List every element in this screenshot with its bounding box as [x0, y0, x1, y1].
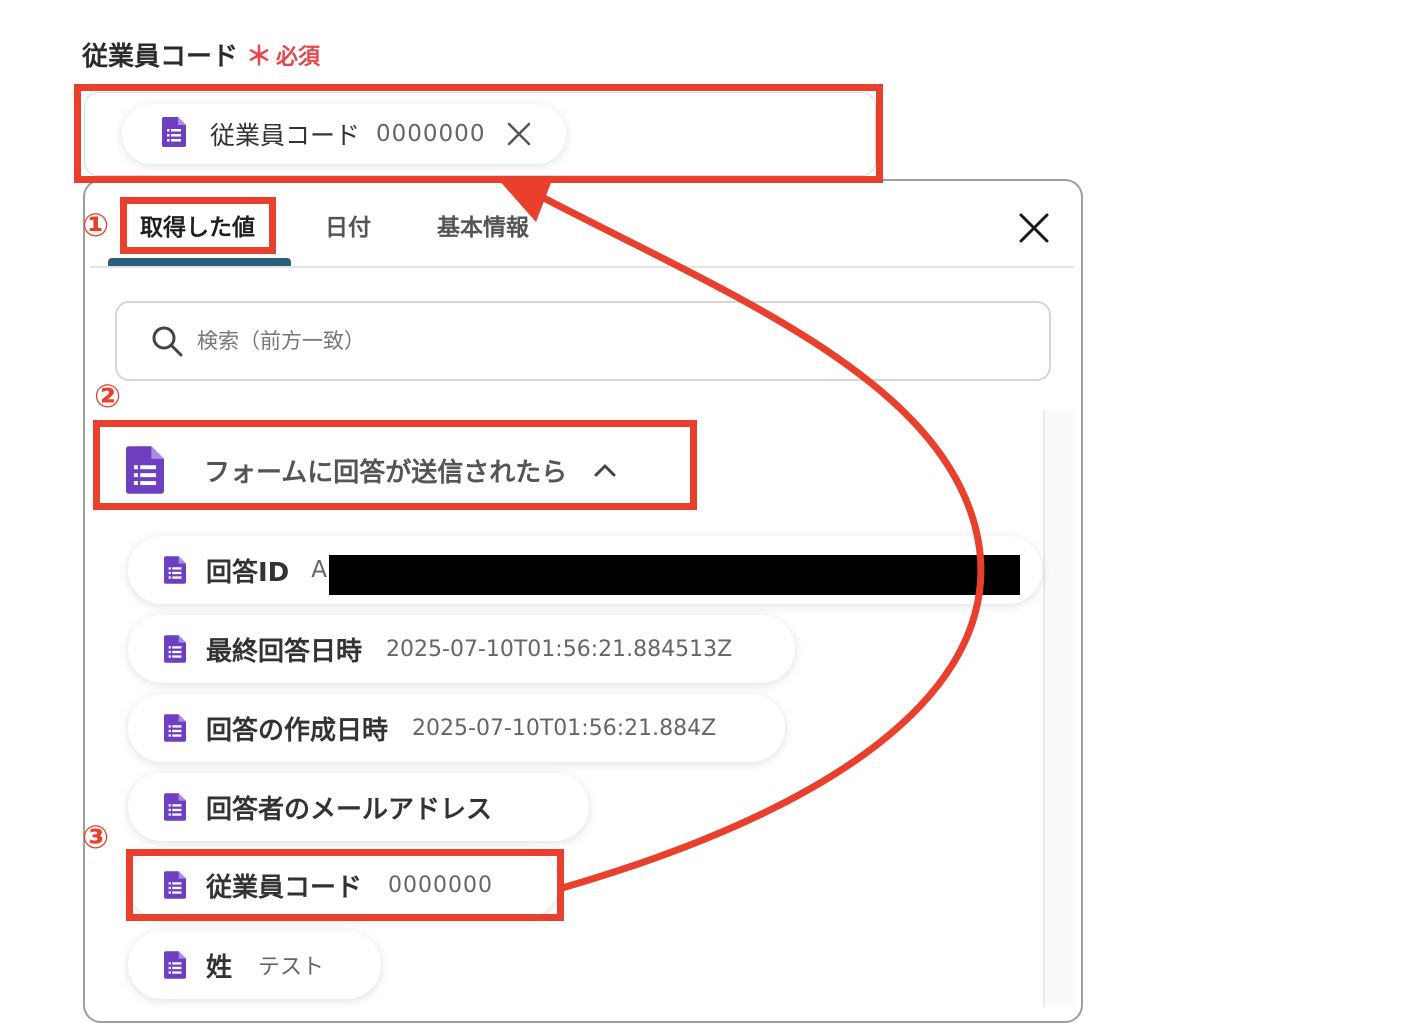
- item-name: 回答者のメールアドレス: [206, 794, 493, 825]
- step-number-3: ③: [82, 818, 110, 856]
- required-text: 必須: [276, 44, 321, 70]
- google-forms-icon: [126, 445, 164, 495]
- close-icon[interactable]: [507, 122, 531, 146]
- required-mark: ＊: [246, 42, 273, 72]
- close-icon: [1019, 213, 1049, 243]
- scrollbar[interactable]: [1043, 410, 1075, 1007]
- google-forms-icon: [164, 714, 186, 742]
- google-forms-icon: [164, 793, 186, 821]
- item-name: 姓: [206, 952, 233, 983]
- step-number-2: ②: [94, 377, 122, 415]
- item-name: 最終回答日時: [206, 636, 363, 667]
- required-badge: ＊ 必須: [246, 36, 320, 73]
- list-item-last-response-time[interactable]: 最終回答日時 2025-07-10T01:56:21.884513Z: [128, 615, 795, 683]
- list-item-last-name[interactable]: 姓 テスト: [128, 931, 381, 999]
- item-value: 0000000: [388, 872, 493, 898]
- list-item-respondent-email[interactable]: 回答者のメールアドレス: [128, 773, 589, 841]
- tab-divider: [90, 266, 1074, 268]
- selected-value-chip[interactable]: 従業員コード 0000000: [122, 104, 566, 164]
- step-number-1: ①: [82, 206, 110, 244]
- item-name: 回答の作成日時: [206, 715, 389, 746]
- item-name: 回答ID: [206, 557, 290, 588]
- search-box[interactable]: [115, 301, 1051, 381]
- field-label: 従業員コード ＊ 必須: [82, 36, 320, 73]
- item-value: 2025-07-10T01:56:21.884513Z: [386, 636, 733, 662]
- trigger-group-header[interactable]: フォームに回答が送信されたら: [126, 445, 617, 495]
- search-input[interactable]: [195, 328, 999, 354]
- item-value: 2025-07-10T01:56:21.884Z: [412, 715, 717, 741]
- list-item-employee-code[interactable]: 従業員コード 0000000: [128, 852, 558, 918]
- tab-acquired-values[interactable]: 取得した値: [140, 208, 255, 242]
- tab-basic-info[interactable]: 基本情報: [437, 208, 529, 242]
- google-forms-icon: [164, 871, 186, 899]
- chip-name: 従業員コード: [210, 121, 361, 150]
- google-forms-icon: [162, 117, 186, 151]
- close-panel-button[interactable]: [1014, 208, 1054, 248]
- search-icon: [151, 325, 183, 357]
- group-label: フォームに回答が送信されたら: [204, 457, 568, 488]
- tab-date[interactable]: 日付: [325, 208, 371, 242]
- item-value: A: [311, 557, 327, 583]
- google-forms-icon: [164, 951, 186, 979]
- google-forms-icon: [164, 556, 186, 584]
- item-value: テスト: [258, 955, 325, 980]
- redacted-block: [329, 555, 1020, 595]
- field-label-text: 従業員コード: [82, 42, 239, 72]
- chevron-up-icon: [593, 462, 617, 478]
- active-tab-indicator: [108, 258, 291, 266]
- list-item-response-created-time[interactable]: 回答の作成日時 2025-07-10T01:56:21.884Z: [128, 694, 785, 762]
- google-forms-icon: [164, 635, 186, 663]
- item-name: 従業員コード: [206, 872, 363, 903]
- chip-value: 0000000: [376, 121, 486, 147]
